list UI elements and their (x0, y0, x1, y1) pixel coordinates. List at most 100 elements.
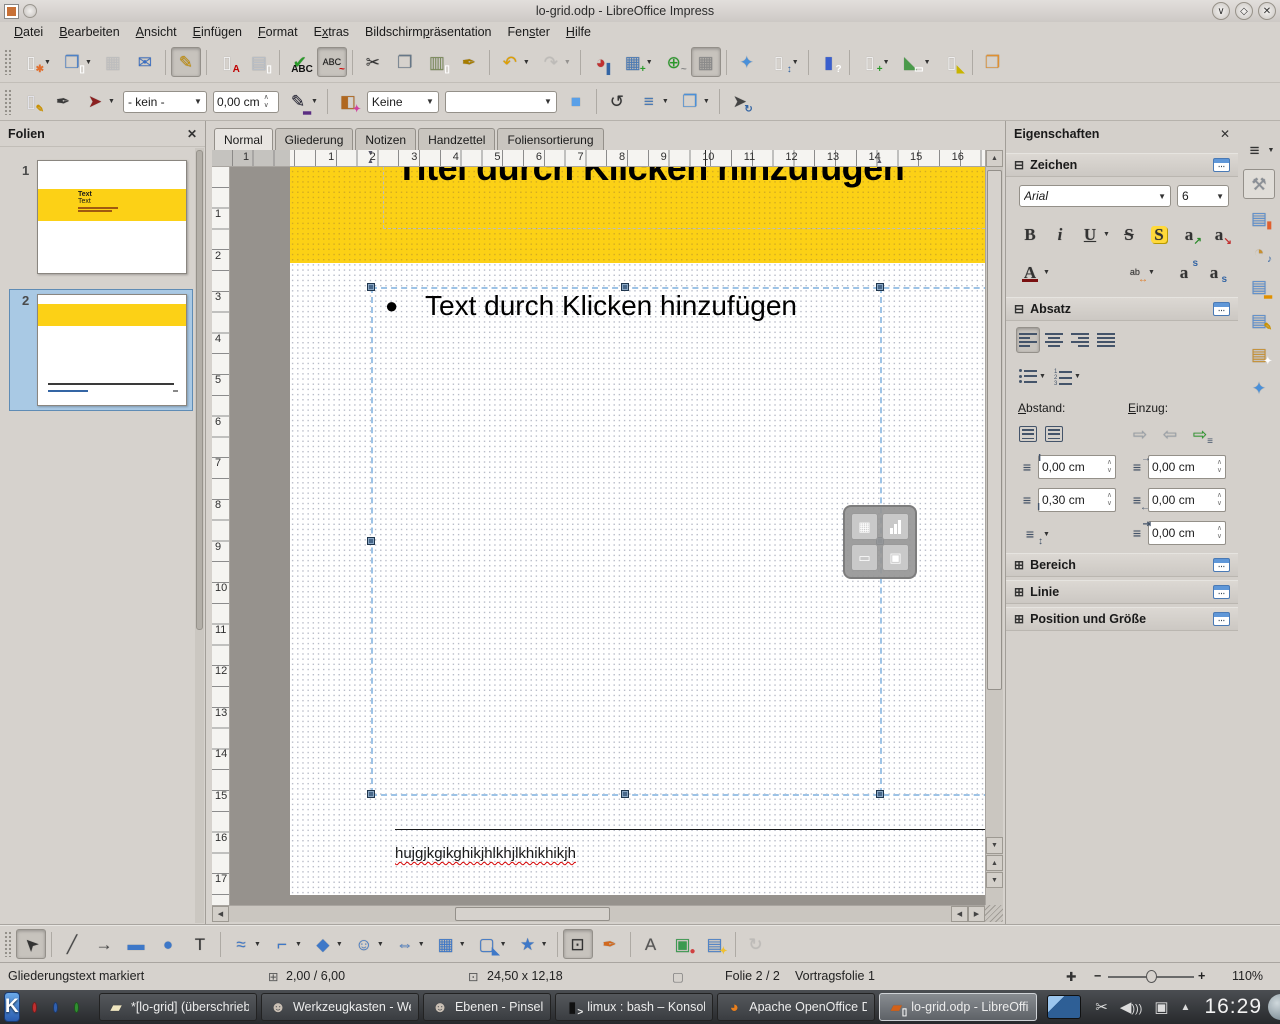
insert-image-icon[interactable]: ▭ (851, 544, 878, 571)
insert-image-button[interactable]: ▣● (668, 929, 698, 959)
tab-handzettel[interactable]: Handzettel (418, 128, 495, 150)
chevron-down-icon[interactable]: ▼ (544, 97, 552, 106)
toolbar-grip[interactable] (4, 89, 11, 115)
properties-tab[interactable]: ⚒ (1243, 169, 1275, 199)
spellcheck-button[interactable]: ✔ABC (285, 47, 315, 77)
ellipse-button[interactable]: ● (153, 929, 183, 959)
shadow-button[interactable]: ■ (561, 87, 591, 117)
toolbar-grip[interactable] (4, 49, 11, 75)
undo-dropdown-icon[interactable]: ▼ (523, 59, 530, 66)
menu-format[interactable]: Format (250, 23, 306, 41)
connector-button[interactable]: ⌐▼ (267, 929, 306, 959)
rotate-button[interactable]: ↺ (602, 87, 632, 117)
decrease-indent-button[interactable]: ⇦ (1156, 421, 1184, 447)
edit-file-button[interactable]: ✎ (171, 47, 201, 77)
taskbar-task[interactable]: ▮>limux : bash – Konsole (555, 993, 713, 1021)
master-pages-tab[interactable]: ▤▂ (1243, 271, 1275, 301)
resize-handle-s[interactable] (621, 790, 629, 798)
spacing-below-preset-button[interactable] (1042, 421, 1066, 447)
resize-handle-ne[interactable] (876, 283, 884, 291)
spinner-arrows[interactable]: ∧∨ (264, 94, 269, 109)
line-button[interactable]: ╱ (57, 929, 87, 959)
scroll-right-icon[interactable]: ▶ (968, 906, 985, 922)
arrow-line-button[interactable]: → (89, 929, 119, 959)
new-slide-button[interactable]: ▯+▼ (855, 47, 894, 77)
menu-fenster[interactable]: Fenster (500, 23, 558, 41)
slide-layout-button[interactable]: ◣▭▼ (896, 47, 935, 77)
select-button[interactable]: ➤ (16, 929, 46, 959)
expand-icon[interactable]: ⊞ (1014, 585, 1024, 599)
rotation-mode-button[interactable]: ➤↻ (725, 87, 755, 117)
clock[interactable]: 16:29 (1204, 995, 1262, 1019)
slide-layout-dropdown-icon[interactable]: ▼ (924, 59, 931, 66)
desktop-pager[interactable] (1047, 995, 1081, 1019)
chevron-down-icon[interactable]: ▼ (426, 97, 434, 106)
chevron-down-icon[interactable]: ▼ (1043, 269, 1050, 276)
sticky-window-icon[interactable] (23, 4, 37, 18)
toolbar-grip[interactable] (4, 931, 11, 957)
menu-bearbeiten[interactable]: Bearbeiten (51, 23, 127, 41)
styles-tab[interactable]: ▤✎ (1243, 305, 1275, 335)
copy-button[interactable]: ❐ (390, 47, 420, 77)
tray-expand-icon[interactable]: ▲ (1181, 1002, 1191, 1013)
menu-extras[interactable]: Extras (306, 23, 357, 41)
connector-dropdown-icon[interactable]: ▼ (295, 941, 302, 948)
align-justify-button[interactable] (1094, 327, 1118, 353)
menu-ansicht[interactable]: Ansicht (128, 23, 185, 41)
close-button[interactable]: ✕ (1258, 2, 1276, 20)
help-button[interactable]: ▮? (814, 47, 844, 77)
zoom-page-dropdown-icon[interactable]: ▼ (792, 59, 799, 66)
zeichen-dialog-icon[interactable]: ⋯ (1213, 158, 1230, 172)
gallery-button[interactable]: ▤✦ (700, 929, 730, 959)
section-linie-header[interactable]: ⊞Linie⋯ (1006, 580, 1238, 604)
line-width-input[interactable]: 0,00 cm∧∨ (213, 91, 279, 113)
export-pdf-button[interactable]: ▯A (212, 47, 242, 77)
char-spacing-button[interactable]: ab↔▼ (1121, 259, 1158, 285)
maximize-button[interactable]: ◇ (1235, 2, 1253, 20)
chevron-down-icon[interactable]: ▼ (1216, 192, 1224, 201)
scroll-left-icon[interactable]: ◀ (212, 906, 229, 922)
new-document-button[interactable]: ▯✱▼ (16, 47, 55, 77)
block-arrows-button[interactable]: ⇔▼ (390, 929, 429, 959)
taskbar-task[interactable]: ◕Apache OpenOffice Do (717, 993, 875, 1021)
menu-einfgen[interactable]: Einfügen (185, 23, 250, 41)
insert-chart-button[interactable]: ◕▌ (586, 47, 616, 77)
resize-grip[interactable] (985, 905, 1003, 922)
taskbar-task[interactable]: ▰▯lo-grid.odp - LibreOffic (879, 993, 1037, 1021)
kde-menu-button[interactable]: K (4, 992, 20, 1022)
undo-button[interactable]: ↶▼ (495, 47, 534, 77)
scroll-up-icon[interactable]: ▲ (986, 150, 1003, 167)
zoom-slider-thumb[interactable] (1146, 970, 1157, 983)
expand-icon[interactable]: ⊞ (1014, 612, 1024, 626)
font-name-combo[interactable]: Arial▼ (1019, 185, 1171, 207)
align-left-button[interactable] (1016, 327, 1040, 353)
alignment-dropdown-icon[interactable]: ▼ (662, 98, 669, 105)
previous-slide-icon[interactable]: ▲ (986, 855, 1003, 871)
paste-button[interactable]: ▥▯ (422, 47, 452, 77)
flowchart-button[interactable]: ▦▼ (431, 929, 470, 959)
slide-thumbnail-2[interactable] (37, 294, 187, 406)
alignment-button[interactable]: ≡▼ (634, 87, 673, 117)
bereich-dialog-icon[interactable]: ⋯ (1213, 558, 1230, 572)
minimize-button[interactable]: ∨ (1212, 2, 1230, 20)
expand-icon[interactable]: ⊞ (1014, 558, 1024, 572)
arrange-dropdown-icon[interactable]: ▼ (703, 98, 710, 105)
pager-dot[interactable] (53, 1002, 58, 1013)
section-zeichen-header[interactable]: ⊟ Zeichen ⋯ (1006, 153, 1238, 177)
bullet-list-button[interactable]: ▼ (1016, 363, 1049, 389)
font-color-button[interactable]: A▼ (1016, 259, 1053, 285)
tab-foliensortierung[interactable]: Foliensortierung (497, 128, 603, 150)
volume-icon[interactable]: ◀))) (1120, 998, 1143, 1016)
scroll-down-icon[interactable]: ▼ (986, 837, 1003, 854)
subscript-button[interactable]: as (1200, 259, 1228, 285)
sidebar-menu[interactable]: ≡▼ (1243, 135, 1275, 165)
basic-shapes-dropdown-icon[interactable]: ▼ (336, 941, 343, 948)
horizontal-scrollbar[interactable]: ◀ ◀ ▶ (212, 905, 985, 922)
tab-normal[interactable]: Normal (214, 128, 273, 150)
slides-panel-scrollbar[interactable] (195, 148, 204, 923)
align-center-button[interactable] (1042, 327, 1066, 353)
taskbar-task[interactable]: ☻Werkzeugkasten - Wer (261, 993, 419, 1021)
spacing-above-input[interactable]: 0,00 cm∧∨ (1038, 455, 1116, 479)
rectangle-button[interactable]: ▬ (121, 929, 151, 959)
block-arrows-dropdown-icon[interactable]: ▼ (418, 941, 425, 948)
